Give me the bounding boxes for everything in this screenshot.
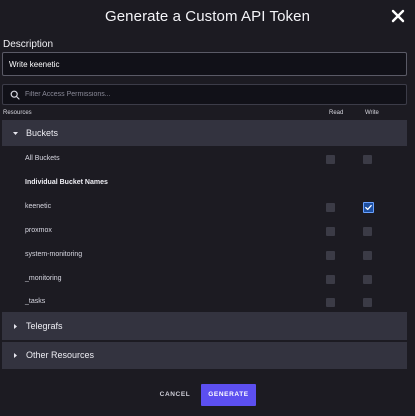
bucket-name: keenetic	[25, 203, 52, 210]
bucket-write-checkbox[interactable]	[363, 227, 372, 236]
dialog-header: Generate a Custom API Token	[0, 0, 415, 34]
check-icon	[365, 204, 372, 211]
description-input[interactable]	[2, 52, 407, 76]
bucket-write-checkbox[interactable]	[363, 251, 372, 260]
close-button[interactable]	[389, 7, 407, 25]
bucket-write-checkbox[interactable]	[363, 298, 372, 307]
all-buckets-label: All Buckets	[25, 155, 60, 162]
column-header-read: Read	[329, 110, 344, 116]
dialog-title: Generate a Custom API Token	[104, 8, 311, 25]
bucket-name: _monitoring	[25, 275, 62, 282]
bucket-write-checkbox[interactable]	[363, 275, 372, 284]
description-label: Description	[3, 39, 54, 50]
bucket-name: proxmox	[25, 227, 52, 234]
bucket-row: proxmox	[2, 220, 407, 244]
close-icon	[391, 9, 405, 23]
caret-down-icon	[13, 132, 18, 135]
all-buckets-read-checkbox[interactable]	[326, 155, 335, 164]
caret-right-icon	[14, 324, 17, 329]
all-buckets-write-checkbox[interactable]	[363, 155, 372, 164]
bucket-row: keenetic	[2, 196, 407, 220]
cancel-button[interactable]: CANCEL	[154, 384, 196, 406]
caret-right-icon	[14, 353, 17, 358]
filter-permissions-field[interactable]	[2, 84, 407, 105]
bucket-read-checkbox[interactable]	[326, 227, 335, 236]
section-buckets-label: Buckets	[26, 128, 59, 138]
section-telegrafs-label: Telegrafs	[26, 321, 63, 331]
section-buckets-header[interactable]: Buckets	[2, 120, 407, 146]
individual-buckets-heading: Individual Bucket Names	[25, 179, 108, 186]
bucket-name: system-monitoring	[25, 251, 83, 258]
bucket-read-checkbox[interactable]	[326, 275, 335, 284]
api-token-dialog: Generate a Custom API Token Description …	[0, 0, 415, 416]
bucket-write-checkbox[interactable]	[363, 202, 374, 213]
all-buckets-row: All Buckets	[2, 148, 407, 172]
bucket-read-checkbox[interactable]	[326, 251, 335, 260]
section-other-resources-label: Other Resources	[26, 350, 95, 360]
column-header-write: Write	[365, 110, 379, 116]
section-telegrafs-header[interactable]: Telegrafs	[2, 312, 407, 340]
bucket-name: _tasks	[25, 298, 46, 305]
bucket-row: _monitoring	[2, 268, 407, 292]
individual-buckets-heading-row: Individual Bucket Names	[2, 172, 407, 196]
bucket-row: system-monitoring	[2, 244, 407, 268]
column-header-resources: Resources	[3, 110, 32, 116]
bucket-read-checkbox[interactable]	[326, 203, 335, 212]
filter-permissions-input[interactable]	[25, 85, 395, 104]
generate-button[interactable]: GENERATE	[201, 384, 256, 406]
bucket-read-checkbox[interactable]	[326, 298, 335, 307]
search-icon	[10, 90, 20, 100]
section-other-resources-header[interactable]: Other Resources	[2, 342, 407, 369]
